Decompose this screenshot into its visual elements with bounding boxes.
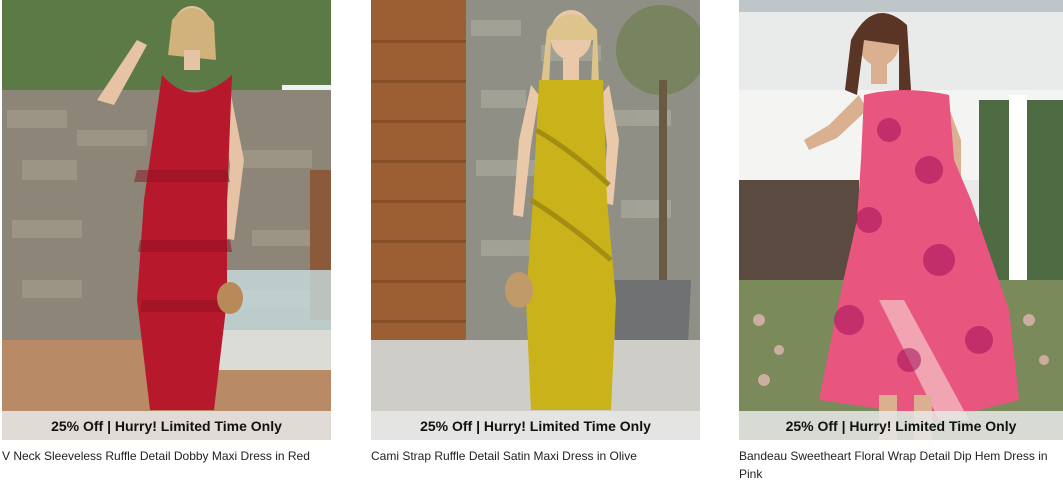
- product-card[interactable]: 25% Off | Hurry! Limited Time Only Bande…: [739, 0, 1063, 480]
- product-title-link[interactable]: Bandeau Sweetheart Floral Wrap Detail Di…: [739, 447, 1063, 480]
- product-card[interactable]: 25% Off | Hurry! Limited Time Only Cami …: [371, 0, 700, 465]
- product-card[interactable]: 25% Off | Hurry! Limited Time Only V Nec…: [2, 0, 331, 465]
- product-image[interactable]: 25% Off | Hurry! Limited Time Only: [371, 0, 700, 440]
- product-image[interactable]: 25% Off | Hurry! Limited Time Only: [739, 0, 1063, 440]
- product-photo-red-dress: [2, 0, 331, 440]
- product-image[interactable]: 25% Off | Hurry! Limited Time Only: [2, 0, 331, 440]
- promo-banner: 25% Off | Hurry! Limited Time Only: [2, 411, 331, 440]
- product-title-link[interactable]: Cami Strap Ruffle Detail Satin Maxi Dres…: [371, 447, 700, 465]
- product-photo-pink-dress: [739, 0, 1063, 440]
- promo-banner: 25% Off | Hurry! Limited Time Only: [371, 411, 700, 440]
- product-title-link[interactable]: V Neck Sleeveless Ruffle Detail Dobby Ma…: [2, 447, 331, 465]
- product-photo-olive-dress: [371, 0, 700, 440]
- promo-banner: 25% Off | Hurry! Limited Time Only: [739, 411, 1063, 440]
- product-grid: 25% Off | Hurry! Limited Time Only V Nec…: [0, 0, 1063, 480]
